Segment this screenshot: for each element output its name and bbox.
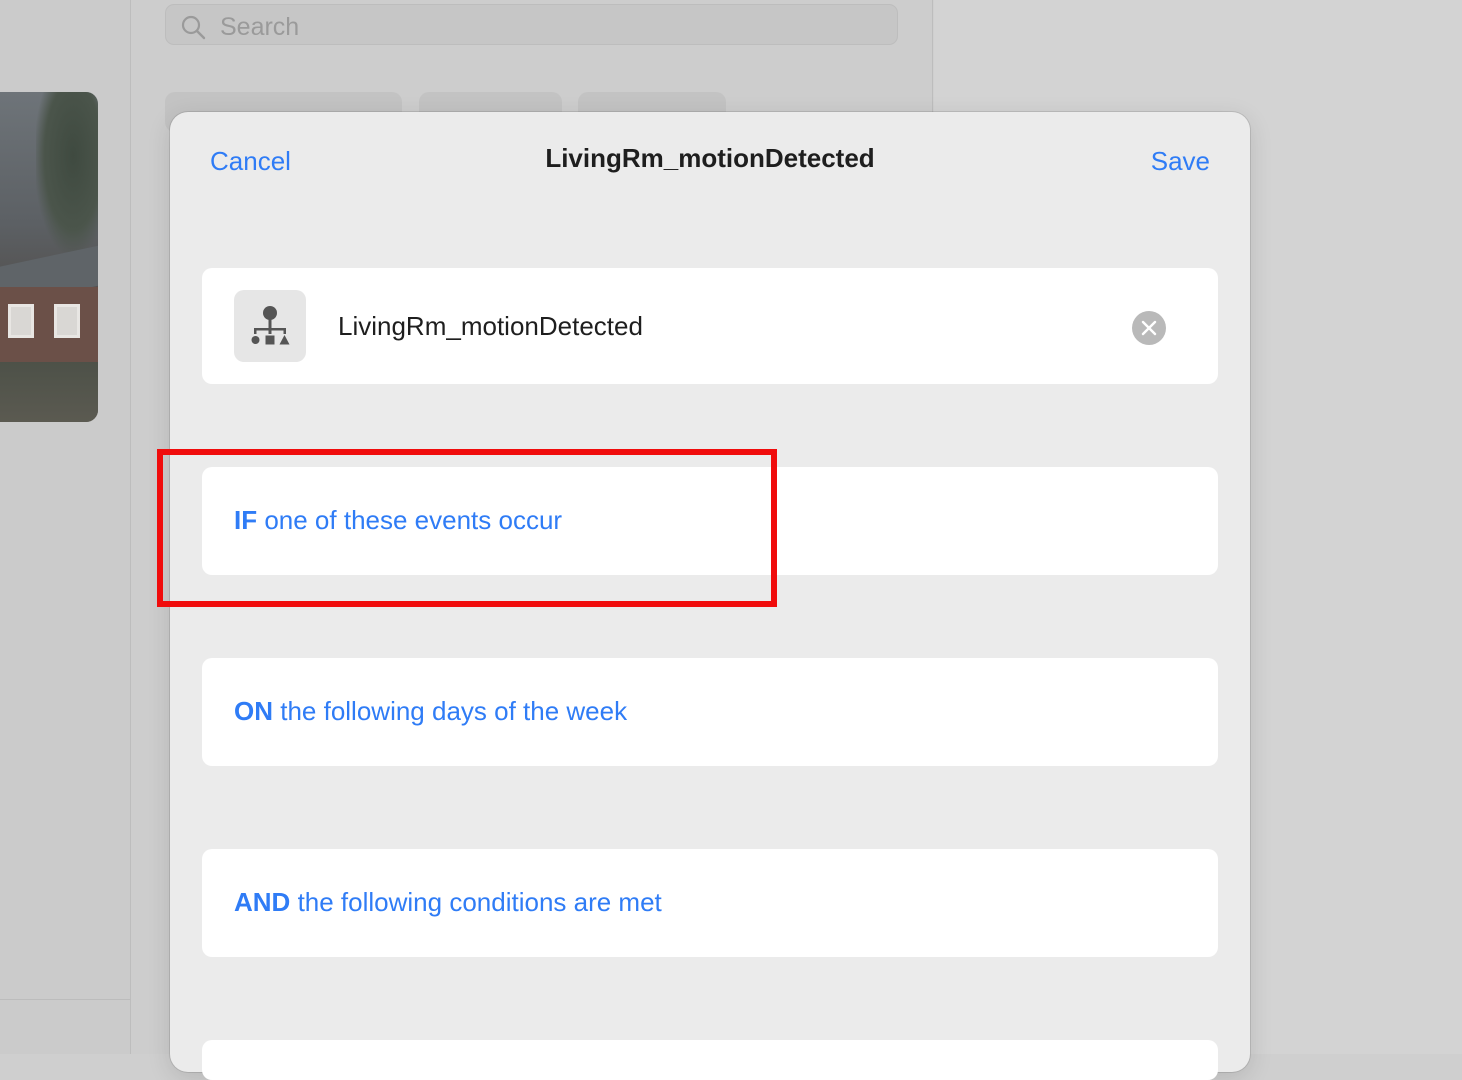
save-button[interactable]: Save [1151, 146, 1210, 177]
and-conditions-section[interactable]: AND the following conditions are met [202, 849, 1218, 957]
home-photo [0, 92, 98, 422]
on-text: the following days of the week [273, 696, 628, 726]
if-keyword: IF [234, 505, 258, 535]
close-icon [1141, 320, 1157, 336]
if-events-section[interactable]: IF one of these events occur [202, 467, 1218, 575]
automation-name-field[interactable]: LivingRm_motionDetected [202, 268, 1218, 384]
if-text: one of these events occur [257, 505, 563, 535]
and-text: the following conditions are met [290, 887, 662, 917]
if-events-label: IF one of these events occur [234, 505, 562, 536]
search-placeholder: Search [220, 13, 300, 41]
sheet-title: LivingRm_motionDetected [545, 143, 875, 173]
automation-hierarchy-icon [234, 290, 306, 362]
automation-name-value[interactable]: LivingRm_motionDetected [338, 311, 643, 342]
background-divider [0, 999, 131, 1000]
next-section-card[interactable] [202, 1040, 1218, 1080]
and-conditions-label: AND the following conditions are met [234, 887, 662, 918]
search-icon [180, 14, 206, 40]
search-bar[interactable]: Search [165, 4, 898, 45]
on-days-label: ON the following days of the week [234, 696, 627, 727]
on-keyword: ON [234, 696, 273, 726]
automation-editor-sheet: Cancel LivingRm_motionDetected Save Livi… [170, 112, 1250, 1080]
clear-text-button[interactable] [1132, 311, 1166, 345]
on-days-section[interactable]: ON the following days of the week [202, 658, 1218, 766]
and-keyword: AND [234, 887, 291, 917]
